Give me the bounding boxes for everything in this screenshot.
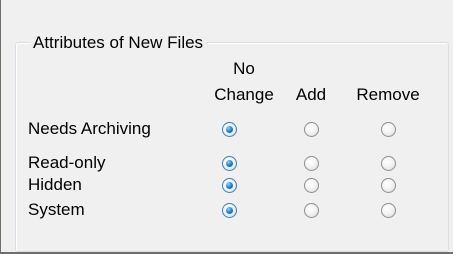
row-label-needs-archiving: Needs Archiving	[28, 119, 151, 138]
row-label-hidden: Hidden	[28, 175, 82, 194]
hidden-remove-radio[interactable]	[381, 178, 396, 193]
read-only-no-change-radio[interactable]	[222, 156, 237, 171]
radio-selected-dot	[226, 160, 233, 167]
column-header-remove: Remove	[356, 85, 420, 104]
read-only-remove-radio[interactable]	[381, 156, 396, 171]
row-label-system: System	[28, 200, 85, 219]
hidden-add-radio[interactable]	[304, 178, 319, 193]
column-header-no-change-line1: No	[233, 59, 255, 78]
needs-archiving-no-change-radio[interactable]	[222, 122, 237, 137]
groupbox-title: Attributes of New Files	[29, 33, 208, 53]
column-header-no-change-line2: Change	[214, 85, 274, 104]
column-header-add: Add	[295, 85, 327, 104]
needs-archiving-remove-radio[interactable]	[381, 122, 396, 137]
needs-archiving-add-radio[interactable]	[304, 122, 319, 137]
read-only-add-radio[interactable]	[304, 156, 319, 171]
radio-selected-dot	[226, 126, 233, 133]
system-remove-radio[interactable]	[381, 203, 396, 218]
dialog-panel: Attributes of New Files No Change Add Re…	[0, 0, 453, 254]
row-label-read-only: Read-only	[28, 153, 106, 172]
system-no-change-radio[interactable]	[222, 203, 237, 218]
hidden-no-change-radio[interactable]	[222, 178, 237, 193]
radio-selected-dot	[226, 207, 233, 214]
system-add-radio[interactable]	[304, 203, 319, 218]
radio-selected-dot	[226, 182, 233, 189]
